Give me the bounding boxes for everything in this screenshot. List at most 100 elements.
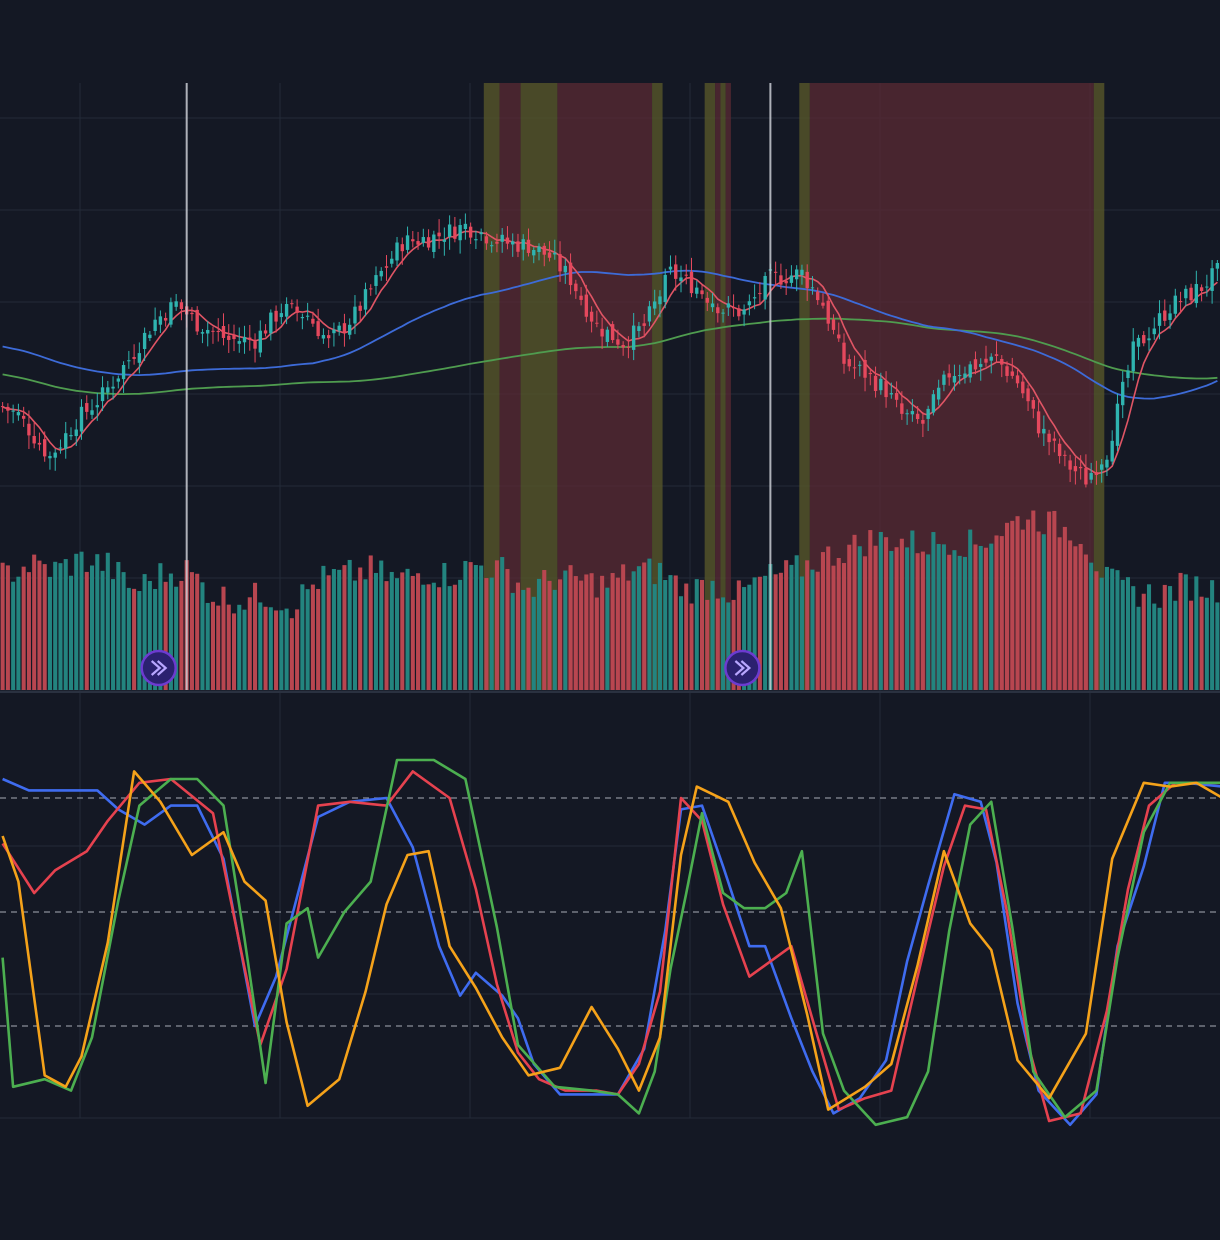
candle-body[interactable]	[1105, 459, 1109, 468]
candle-body[interactable]	[1021, 381, 1025, 394]
candle-body[interactable]	[321, 335, 326, 339]
candle-body[interactable]	[873, 375, 878, 391]
candle-body[interactable]	[563, 265, 567, 273]
candle-body[interactable]	[337, 325, 341, 331]
candle-body[interactable]	[1047, 433, 1051, 443]
candle-body[interactable]	[779, 275, 783, 285]
candle-body[interactable]	[1073, 466, 1078, 472]
candle-body[interactable]	[721, 312, 725, 314]
candle-body[interactable]	[1173, 295, 1177, 314]
candle-body[interactable]	[447, 224, 452, 237]
candle-body[interactable]	[763, 275, 767, 300]
candle-body[interactable]	[190, 312, 194, 315]
candle-body[interactable]	[121, 364, 126, 380]
candle-body[interactable]	[100, 387, 105, 402]
candle-body[interactable]	[989, 356, 993, 361]
candle-body[interactable]	[43, 439, 47, 457]
candle-body[interactable]	[384, 266, 389, 268]
candle-body[interactable]	[411, 239, 415, 242]
candle-body[interactable]	[0, 406, 5, 408]
candle-body[interactable]	[390, 258, 394, 264]
candle-body[interactable]	[242, 336, 247, 343]
candle-body[interactable]	[1115, 403, 1120, 446]
candle-body[interactable]	[48, 456, 52, 459]
candle-body[interactable]	[1189, 287, 1193, 301]
candle-body[interactable]	[889, 393, 894, 395]
candle-body[interactable]	[852, 367, 857, 369]
candle-body[interactable]	[1152, 328, 1156, 335]
candle-body[interactable]	[621, 344, 625, 348]
candle-body[interactable]	[926, 408, 930, 419]
candle-body[interactable]	[752, 297, 757, 299]
candle-body[interactable]	[1168, 313, 1172, 320]
candle-body[interactable]	[137, 353, 142, 363]
candle-body[interactable]	[353, 306, 357, 324]
candle-body[interactable]	[1052, 438, 1057, 441]
candle-body[interactable]	[1157, 313, 1162, 326]
candle-body[interactable]	[232, 334, 236, 340]
candle-body[interactable]	[395, 242, 399, 261]
candle-body[interactable]	[37, 442, 42, 445]
candle-body[interactable]	[695, 287, 699, 294]
candle-body[interactable]	[1015, 375, 1020, 384]
candle-body[interactable]	[868, 372, 872, 375]
candle-body[interactable]	[637, 326, 641, 332]
candle-body[interactable]	[626, 346, 631, 348]
candle-body[interactable]	[1094, 472, 1099, 475]
candle-body[interactable]	[258, 330, 262, 353]
candle-body[interactable]	[731, 307, 736, 309]
candle-body[interactable]	[332, 329, 336, 334]
candle-body[interactable]	[279, 313, 284, 318]
candle-body[interactable]	[379, 270, 383, 277]
candle-body[interactable]	[106, 387, 110, 393]
candle-body[interactable]	[905, 413, 909, 415]
candle-body[interactable]	[931, 394, 936, 413]
candle-body[interactable]	[237, 341, 241, 344]
candle-body[interactable]	[800, 269, 804, 275]
candle-body[interactable]	[53, 452, 57, 458]
candle-body[interactable]	[1042, 428, 1046, 434]
fast-forward-circle-icon[interactable]	[140, 649, 177, 687]
candle-body[interactable]	[1005, 366, 1009, 376]
candle-body[interactable]	[174, 301, 178, 307]
candle-body[interactable]	[64, 433, 68, 449]
candle-body[interactable]	[674, 264, 678, 279]
candle-body[interactable]	[206, 329, 210, 334]
candle-body[interactable]	[1084, 468, 1088, 485]
candle-body[interactable]	[726, 303, 731, 308]
candle-body[interactable]	[979, 364, 983, 367]
candle-body[interactable]	[211, 330, 215, 332]
candle-body[interactable]	[58, 447, 63, 449]
candle-body[interactable]	[316, 321, 320, 337]
candle-body[interactable]	[116, 378, 121, 382]
candle-body[interactable]	[311, 318, 315, 324]
candle-body[interactable]	[805, 271, 809, 289]
candle-body[interactable]	[74, 429, 78, 437]
candle-body[interactable]	[1215, 262, 1220, 269]
candle-body[interactable]	[284, 303, 289, 317]
candle-body[interactable]	[21, 415, 26, 419]
candle-body[interactable]	[1078, 466, 1083, 469]
candle-body[interactable]	[505, 237, 510, 244]
candle-body[interactable]	[458, 225, 462, 241]
candle-body[interactable]	[1184, 288, 1188, 299]
candle-body[interactable]	[163, 317, 168, 321]
candle-body[interactable]	[584, 294, 589, 317]
candle-body[interactable]	[421, 237, 426, 243]
candle-body[interactable]	[521, 239, 525, 250]
candle-body[interactable]	[1089, 473, 1093, 480]
candle-body[interactable]	[85, 403, 89, 412]
candle-body[interactable]	[16, 412, 21, 416]
candle-body[interactable]	[1000, 359, 1004, 365]
candle-body[interactable]	[169, 302, 173, 325]
candle-body[interactable]	[400, 244, 404, 252]
candle-body[interactable]	[700, 290, 704, 295]
candle-body[interactable]	[495, 241, 499, 244]
candle-body[interactable]	[416, 241, 420, 245]
candle-body[interactable]	[605, 329, 610, 342]
candle-body[interactable]	[705, 297, 709, 303]
candle-body[interactable]	[95, 405, 99, 408]
candle-body[interactable]	[1199, 287, 1204, 291]
candle-body[interactable]	[915, 413, 920, 420]
candle-body[interactable]	[463, 223, 468, 230]
